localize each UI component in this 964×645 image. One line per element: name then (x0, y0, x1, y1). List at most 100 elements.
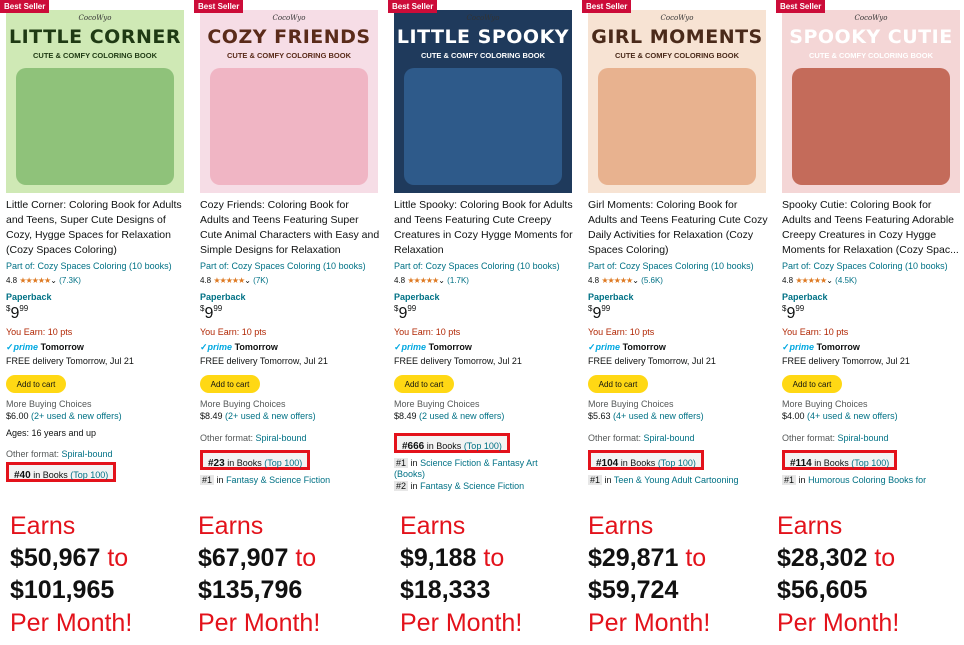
rating[interactable]: 4.8 ★★★★★⌄ (7.3K) (6, 276, 81, 285)
prime-logo: prime (789, 342, 815, 352)
sub-category-rank: #1 in Science Fiction & Fantasy Art (394, 458, 538, 468)
series-link[interactable]: Part of: Cozy Spaces Coloring (10 books) (6, 261, 172, 271)
rating-value: 4.8 (782, 276, 794, 285)
cover-illustration (404, 68, 562, 185)
product-title-link[interactable]: Little Spooky: Coloring Book for Adults … (394, 198, 574, 258)
book-cover-image[interactable]: CocoWyo COZY FRIENDS CUTE & COMFY COLORING… (200, 10, 378, 193)
earnings-period: Per Month! (777, 609, 900, 637)
product-title-link[interactable]: Cozy Friends: Coloring Book for Adults a… (200, 198, 380, 258)
offers: $8.49 (2 used & new offers) (394, 411, 504, 421)
spiral-bound-link[interactable]: Spiral-bound (256, 433, 307, 443)
earnings-high: $59,724 (588, 576, 679, 604)
delivery-info: FREE delivery Tomorrow, Jul 21 (6, 356, 134, 366)
sub-category-books-link[interactable]: (Books) (394, 469, 425, 479)
earnings-period: Per Month! (588, 609, 711, 637)
prime-day: Tomorrow (234, 342, 278, 352)
format-link[interactable]: Paperback (782, 292, 828, 302)
earnings-range-low: $29,871 to (588, 542, 774, 574)
sub-category-link[interactable]: Science Fiction & Fantasy Art (420, 458, 538, 468)
offer-price: $4.00 (782, 411, 805, 421)
cover-brand: CocoWyo (854, 14, 888, 22)
review-count-link[interactable]: (7K) (253, 276, 268, 285)
series-link[interactable]: Part of: Cozy Spaces Coloring (10 books) (782, 261, 948, 271)
format-link[interactable]: Paperback (6, 292, 52, 302)
spiral-bound-link[interactable]: Spiral-bound (644, 433, 695, 443)
series-link[interactable]: Part of: Cozy Spaces Coloring (10 books) (588, 261, 754, 271)
earnings-low: $28,302 (777, 544, 868, 572)
review-count-link[interactable]: (4.5K) (835, 276, 857, 285)
add-to-cart-button[interactable]: Add to cart (6, 375, 66, 393)
earnings-label: Earns (198, 512, 264, 540)
rank-category: in Books (620, 458, 656, 468)
prime-badge: ✓prime Tomorrow (6, 342, 84, 353)
other-format-label: Other format: (200, 433, 254, 443)
rank-category: in Books (227, 458, 262, 468)
book-cover-image[interactable]: CocoWyo LITTLE CORNER CUTE & COMFY COLORIN… (6, 10, 184, 193)
sub-rank-number: #1 (200, 475, 215, 485)
prime-logo: prime (595, 342, 621, 352)
check-icon: ✓ (782, 342, 790, 352)
add-to-cart-button[interactable]: Add to cart (588, 375, 648, 393)
sub-category-link[interactable]: Humorous Coloring Books for (808, 475, 926, 485)
reward-points: You Earn: 10 pts (6, 327, 73, 337)
chevron-down-icon[interactable]: ⌄ (632, 276, 639, 285)
used-new-offers-link[interactable]: (2 used & new offers) (419, 411, 504, 421)
review-count-link[interactable]: (1.7K) (447, 276, 469, 285)
series-link[interactable]: Part of: Cozy Spaces Coloring (10 books) (200, 261, 366, 271)
top-100-link[interactable]: (Top 100) (464, 441, 502, 451)
sub-category-link[interactable]: Fantasy & Science Fiction (420, 481, 524, 491)
used-new-offers-link[interactable]: (2+ used & new offers) (31, 411, 122, 421)
chevron-down-icon[interactable]: ⌄ (826, 276, 833, 285)
delivery-info: FREE delivery Tomorrow, Jul 21 (394, 356, 522, 366)
offers: $8.49 (2+ used & new offers) (200, 411, 316, 421)
used-new-offers-link[interactable]: (4+ used & new offers) (807, 411, 898, 421)
spiral-bound-link[interactable]: Spiral-bound (838, 433, 889, 443)
product-title-link[interactable]: Girl Moments: Coloring Book for Adults a… (588, 198, 768, 258)
review-count-link[interactable]: (5.6K) (641, 276, 663, 285)
sub-category-link[interactable]: Teen & Young Adult Cartooning (614, 475, 739, 485)
prime-badge: ✓prime Tomorrow (200, 342, 278, 353)
book-cover-image[interactable]: CocoWyo SPOOKY CUTIE CUTE & COMFY COLORING… (782, 10, 960, 193)
prime-logo: prime (207, 342, 233, 352)
rating[interactable]: 4.8 ★★★★★⌄ (4.5K) (782, 276, 857, 285)
best-sellers-rank-highlight: #40 in Books (Top 100) (6, 462, 117, 482)
used-new-offers-link[interactable]: (4+ used & new offers) (613, 411, 704, 421)
offers: $6.00 (2+ used & new offers) (6, 411, 122, 421)
chevron-down-icon[interactable]: ⌄ (50, 276, 57, 285)
review-count-link[interactable]: (7.3K) (59, 276, 81, 285)
sub-rank-number: #1 (782, 475, 797, 485)
format-link[interactable]: Paperback (394, 292, 440, 302)
product-title-link[interactable]: Spooky Cutie: Coloring Book for Adults a… (782, 198, 962, 258)
earnings-label: Earns (400, 512, 466, 540)
chevron-down-icon[interactable]: ⌄ (438, 276, 445, 285)
earnings-label: Earns (588, 512, 654, 540)
top-100-link[interactable]: (Top 100) (264, 458, 302, 468)
add-to-cart-button[interactable]: Add to cart (200, 375, 260, 393)
used-new-offers-link[interactable]: (2+ used & new offers) (225, 411, 316, 421)
earnings-high: $56,605 (777, 576, 868, 604)
add-to-cart-button[interactable]: Add to cart (782, 375, 842, 393)
top-100-link[interactable]: (Top 100) (70, 470, 108, 480)
product-title-link[interactable]: Little Corner: Coloring Book for Adults … (6, 198, 186, 258)
chevron-down-icon[interactable]: ⌄ (244, 276, 251, 285)
earnings-high: $135,796 (198, 576, 303, 604)
spiral-bound-link[interactable]: Spiral-bound (62, 449, 113, 459)
earnings-label: Earns (777, 512, 843, 540)
top-100-link[interactable]: (Top 100) (851, 458, 889, 468)
series-link[interactable]: Part of: Cozy Spaces Coloring (10 books) (394, 261, 560, 271)
check-icon: ✓ (200, 342, 208, 352)
rating[interactable]: 4.8 ★★★★★⌄ (1.7K) (394, 276, 469, 285)
top-100-link[interactable]: (Top 100) (658, 458, 696, 468)
cover-illustration (598, 68, 756, 185)
rating[interactable]: 4.8 ★★★★★⌄ (5.6K) (588, 276, 663, 285)
earnings-range-low: $28,302 to (777, 542, 963, 574)
rating[interactable]: 4.8 ★★★★★⌄ (7K) (200, 276, 268, 285)
offers: $5.63 (4+ used & new offers) (588, 411, 704, 421)
book-cover-image[interactable]: CocoWyo GIRL MOMENTS CUTE & COMFY COLORING… (588, 10, 766, 193)
prime-badge: ✓prime Tomorrow (782, 342, 860, 353)
format-link[interactable]: Paperback (200, 292, 246, 302)
sub-category-link[interactable]: Fantasy & Science Fiction (226, 475, 330, 485)
add-to-cart-button[interactable]: Add to cart (394, 375, 454, 393)
book-cover-image[interactable]: CocoWyo LITTLE SPOOKY CUTE & COMFY COLORIN… (394, 10, 572, 193)
format-link[interactable]: Paperback (588, 292, 634, 302)
